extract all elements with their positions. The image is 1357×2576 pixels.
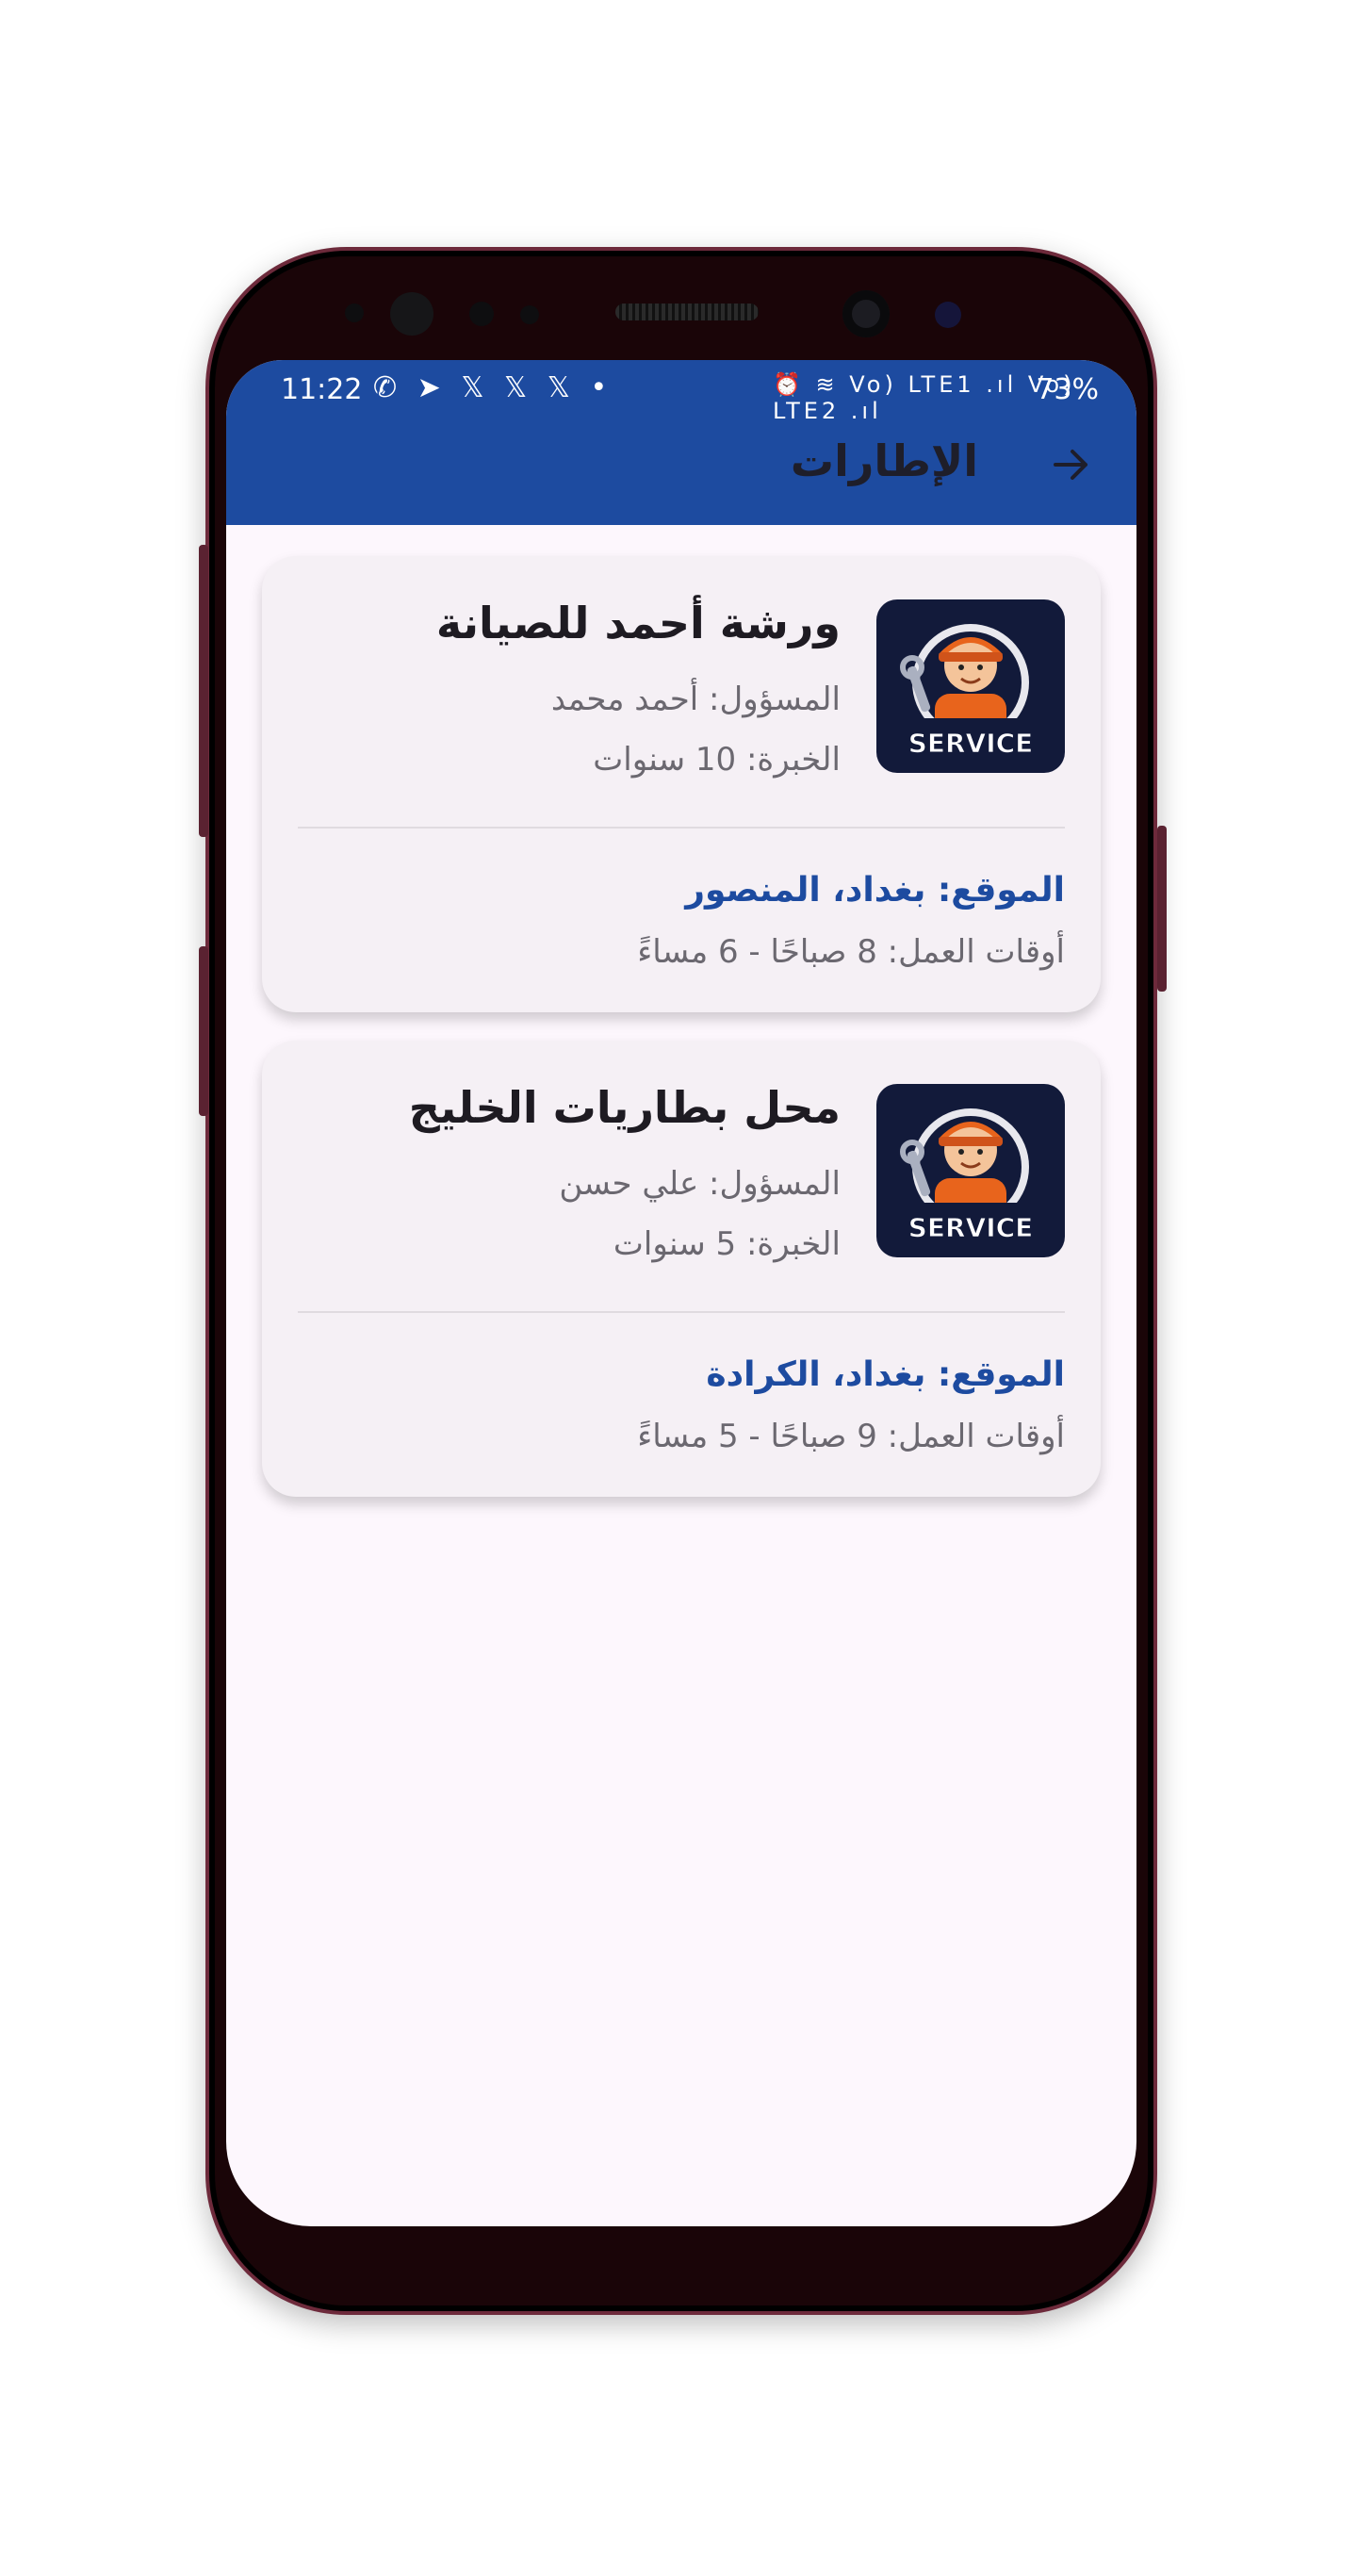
power-button xyxy=(1157,826,1167,992)
sensor-dot xyxy=(345,304,364,322)
page-title: الإطارات xyxy=(790,435,978,486)
iris-sensor xyxy=(935,302,961,328)
arrow-right-icon[interactable] xyxy=(1048,441,1095,488)
shop-hours: أوقات العمل: 9 صباحًا - 5 مساءً xyxy=(637,1418,1065,1455)
sensor-dot xyxy=(469,302,494,326)
earpiece-speaker xyxy=(615,304,759,320)
shop-logo: SERVICE xyxy=(876,1084,1065,1257)
logo-label: SERVICE xyxy=(907,728,1034,760)
sensor-oval xyxy=(390,292,433,336)
shop-logo: SERVICE xyxy=(876,599,1065,773)
front-camera xyxy=(842,290,890,337)
shop-location: الموقع: بغداد، الكرادة xyxy=(706,1355,1065,1394)
sensor-dot xyxy=(520,305,539,324)
shop-experience: الخبرة: 10 سنوات xyxy=(593,741,841,779)
shop-hours: أوقات العمل: 8 صباحًا - 6 مساءً xyxy=(637,933,1065,971)
shop-owner: المسؤول: أحمد محمد xyxy=(550,681,841,718)
status-time: 11:22 xyxy=(281,373,363,406)
shop-card[interactable]: SERVICE ورشة أحمد للصيانة المسؤول: أحمد … xyxy=(262,556,1101,1012)
logo-label: SERVICE xyxy=(907,1212,1034,1244)
notification-icons: ✆ ➤ 𝕏 𝕏 𝕏 • xyxy=(373,371,613,404)
battery-level: 73% xyxy=(1036,373,1099,406)
shop-experience: الخبرة: 5 سنوات xyxy=(613,1225,841,1263)
shop-name: ورشة أحمد للصيانة xyxy=(435,598,841,648)
volume-down-button xyxy=(199,946,208,1116)
volume-up-button xyxy=(199,545,208,837)
screen: 11:22 ✆ ➤ 𝕏 𝕏 𝕏 • ⏰ ≋ Vo) LTE1 .ıl Vo) L… xyxy=(226,360,1136,2226)
card-divider xyxy=(298,827,1065,829)
card-divider xyxy=(298,1311,1065,1313)
app-bar: 11:22 ✆ ➤ 𝕏 𝕏 𝕏 • ⏰ ≋ Vo) LTE1 .ıl Vo) L… xyxy=(226,360,1136,525)
shop-card[interactable]: SERVICE محل بطاريات الخليج المسؤول: علي … xyxy=(262,1041,1101,1497)
shop-location: الموقع: بغداد، المنصور xyxy=(685,871,1065,910)
shop-owner: المسؤول: علي حسن xyxy=(559,1165,841,1203)
shop-name: محل بطاريات الخليج xyxy=(408,1082,841,1133)
status-bar: 11:22 ✆ ➤ 𝕏 𝕏 𝕏 • ⏰ ≋ Vo) LTE1 .ıl Vo) L… xyxy=(226,360,1136,424)
